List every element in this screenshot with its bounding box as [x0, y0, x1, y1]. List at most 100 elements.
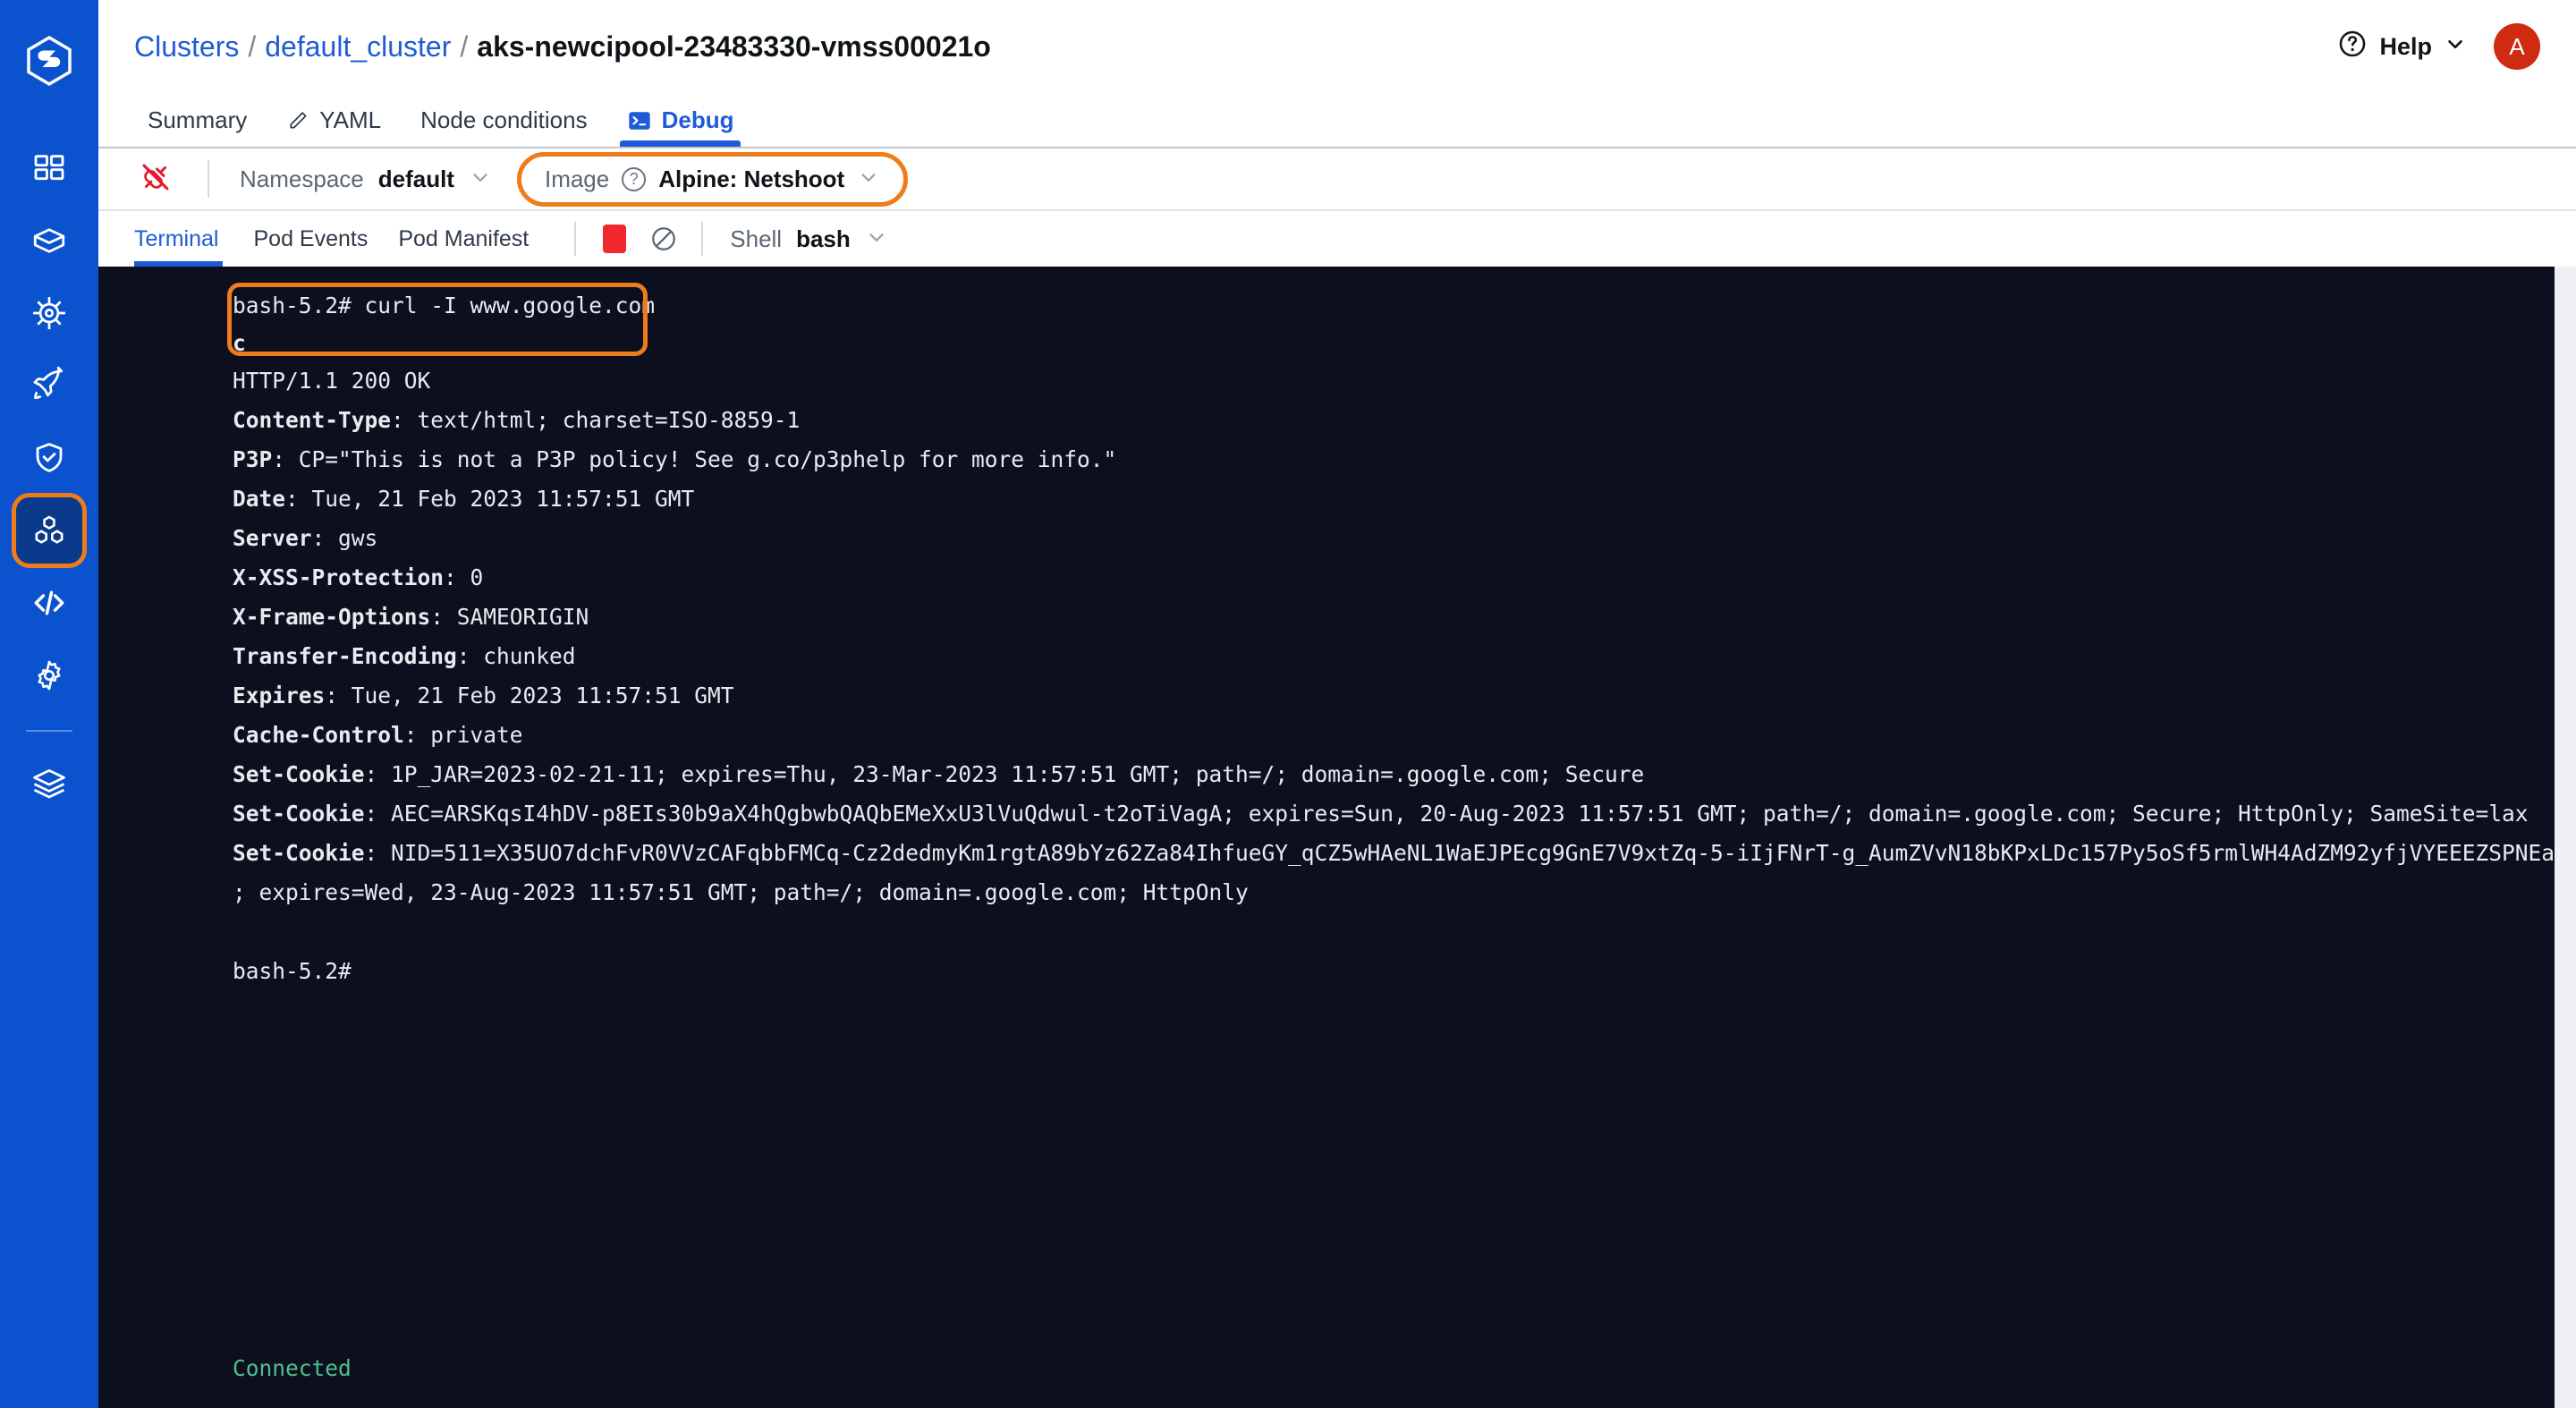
terminal-line: Server: gws — [98, 519, 2555, 558]
terminal-header-key: Transfer-Encoding — [233, 643, 457, 669]
terminal-header-key: Expires — [233, 683, 326, 708]
terminal-header-value: : AEC=ARSKqsI4hDV-p8EIs30b9aX4hQgbwbQAQb… — [364, 801, 2529, 827]
stop-square-icon[interactable] — [603, 225, 627, 253]
terminal-header-key: Set-Cookie — [233, 761, 365, 787]
breadcrumb-clusters[interactable]: Clusters — [134, 30, 239, 64]
namespace-value: default — [377, 165, 454, 192]
question-circle-icon[interactable]: ? — [622, 166, 647, 191]
debug-toolbar: Namespace default Image ? Alpine: Netsho… — [98, 147, 2576, 211]
sidebar-item-security[interactable] — [15, 424, 83, 492]
tab-summary-label: Summary — [148, 106, 248, 133]
help-button[interactable]: Help — [2337, 29, 2467, 65]
disconnect-button[interactable] — [134, 157, 177, 200]
pencil-icon — [286, 109, 309, 132]
resource-tabs: Summary YAML Node conditions Debug — [98, 93, 2576, 147]
terminal-line: Set-Cookie: AEC=ARSKqsI4hDV-p8EIs30b9aX4… — [98, 794, 2555, 834]
terminal-header-key: Date — [233, 486, 286, 512]
breadcrumb-default-cluster[interactable]: default_cluster — [265, 30, 451, 64]
sidebar-item-clusters[interactable] — [12, 493, 87, 568]
terminal-line: Content-Type: text/html; charset=ISO-885… — [98, 401, 2555, 440]
sidebar-item-code[interactable] — [15, 569, 83, 637]
terminal-line: c — [98, 326, 2555, 361]
subtab-pod-events[interactable]: Pod Events — [238, 211, 383, 267]
terminal-header-value: : chunked — [456, 643, 576, 669]
terminal-header-value: : private — [403, 722, 523, 748]
no-entry-icon[interactable] — [649, 225, 678, 253]
sidebar-item-helm[interactable] — [15, 279, 83, 347]
terminal-header-value: : Tue, 21 Feb 2023 11:57:51 GMT — [285, 486, 695, 512]
app-logo[interactable] — [21, 32, 78, 89]
terminal-line: bash-5.2# — [233, 958, 352, 984]
chevron-down-icon — [469, 165, 492, 193]
sidebar-item-packages[interactable] — [15, 207, 83, 275]
terminal-line: P3P: CP="This is not a P3P policy! See g… — [98, 440, 2555, 479]
sidebar-item-dashboard[interactable] — [15, 134, 83, 202]
main-area: Clusters / default_cluster / aks-newcipo… — [98, 0, 2576, 1408]
hexagon-cluster-icon — [30, 512, 68, 549]
rocket-icon — [30, 366, 69, 405]
terminal-header-key: P3P — [233, 446, 273, 472]
terminal-line: HTTP/1.1 200 OK — [233, 368, 431, 394]
layers-icon — [30, 764, 69, 803]
subtab-divider — [701, 222, 704, 256]
tab-debug[interactable]: Debug — [607, 106, 754, 147]
terminal-subtabs: Terminal Pod Events Pod Manifest Shell b… — [98, 211, 2576, 267]
shield-check-icon — [30, 439, 68, 477]
terminal-line: X-XSS-Protection: 0 — [98, 558, 2555, 598]
terminal-line: Expires: Tue, 21 Feb 2023 11:57:51 GMT — [98, 676, 2555, 716]
image-label: Image — [544, 165, 610, 192]
terminal-line: bash-5.2# curl -I www.google.com — [233, 293, 656, 318]
breadcrumb: Clusters / default_cluster / aks-newcipo… — [134, 30, 991, 64]
page-title: aks-newcipool-23483330-vmss00021o — [477, 30, 991, 63]
terminal-output[interactable]: bash-5.2# curl -I www.google.com c HTTP/1.… — [98, 267, 2555, 1408]
terminal-line: X-Frame-Options: SAMEORIGIN — [98, 598, 2555, 637]
primary-sidebar — [0, 0, 98, 1408]
tab-node-conditions-label: Node conditions — [420, 106, 588, 133]
subtab-terminal[interactable]: Terminal — [134, 211, 238, 267]
page-header: Clusters / default_cluster / aks-newcipo… — [98, 0, 2576, 93]
code-brackets-icon — [30, 583, 69, 623]
tab-yaml[interactable]: YAML — [267, 106, 401, 147]
plug-disconnect-icon — [140, 161, 172, 198]
shell-selector[interactable]: Shell bash — [730, 225, 888, 253]
breadcrumb-separator: / — [460, 30, 469, 63]
terminal-line: Cache-Control: private — [98, 716, 2555, 755]
sidebar-divider — [26, 730, 72, 732]
terminal-header-value: : 0 — [444, 564, 484, 590]
terminal-container: bash-5.2# curl -I www.google.com c HTTP/1.… — [98, 267, 2576, 1408]
connection-status: Connected — [233, 1355, 352, 1381]
subtab-pod-manifest[interactable]: Pod Manifest — [383, 211, 544, 267]
terminal-header-value: : text/html; charset=ISO-8859-1 — [391, 407, 801, 433]
image-value: Alpine: Netshoot — [658, 165, 845, 192]
sidebar-item-settings[interactable] — [15, 641, 83, 709]
chevron-down-icon — [857, 165, 880, 193]
sidebar-item-deploy[interactable] — [15, 352, 83, 420]
terminal-right-gutter — [2555, 267, 2576, 1408]
tab-node-conditions[interactable]: Node conditions — [401, 106, 606, 147]
shell-value: bash — [796, 225, 851, 252]
terminal-header-key: Server — [233, 525, 312, 551]
tab-yaml-label: YAML — [319, 106, 382, 133]
ship-wheel-icon — [30, 293, 69, 333]
box-icon — [30, 222, 68, 259]
avatar[interactable]: A — [2494, 23, 2540, 70]
app-root: Clusters / default_cluster / aks-newcipo… — [0, 0, 2576, 1408]
namespace-label: Namespace — [240, 165, 364, 192]
help-label: Help — [2379, 32, 2432, 60]
sidebar-item-layers[interactable] — [15, 750, 83, 818]
image-selector[interactable]: Image ? Alpine: Netshoot — [516, 151, 909, 207]
terminal-header-value: : CP="This is not a P3P policy! See g.co… — [272, 446, 1117, 472]
terminal-header-key: Cache-Control — [233, 722, 404, 748]
subtab-terminal-label: Terminal — [134, 225, 219, 251]
terminal-header-key: Content-Type — [233, 407, 392, 433]
terminal-line: ; expires=Wed, 23-Aug-2023 11:57:51 GMT;… — [233, 879, 1249, 905]
terminal-text: c — [233, 330, 246, 356]
terminal-header-value: : 1P_JAR=2023-02-21-11; expires=Thu, 23-… — [364, 761, 1645, 787]
tab-summary[interactable]: Summary — [134, 106, 267, 147]
shell-label: Shell — [730, 225, 783, 252]
terminal-header-value: : Tue, 21 Feb 2023 11:57:51 GMT — [325, 683, 734, 708]
question-circle-icon — [2337, 29, 2368, 65]
header-actions: Help A — [2337, 23, 2540, 70]
grid-icon — [31, 150, 67, 186]
namespace-selector[interactable]: Namespace default — [240, 165, 492, 193]
